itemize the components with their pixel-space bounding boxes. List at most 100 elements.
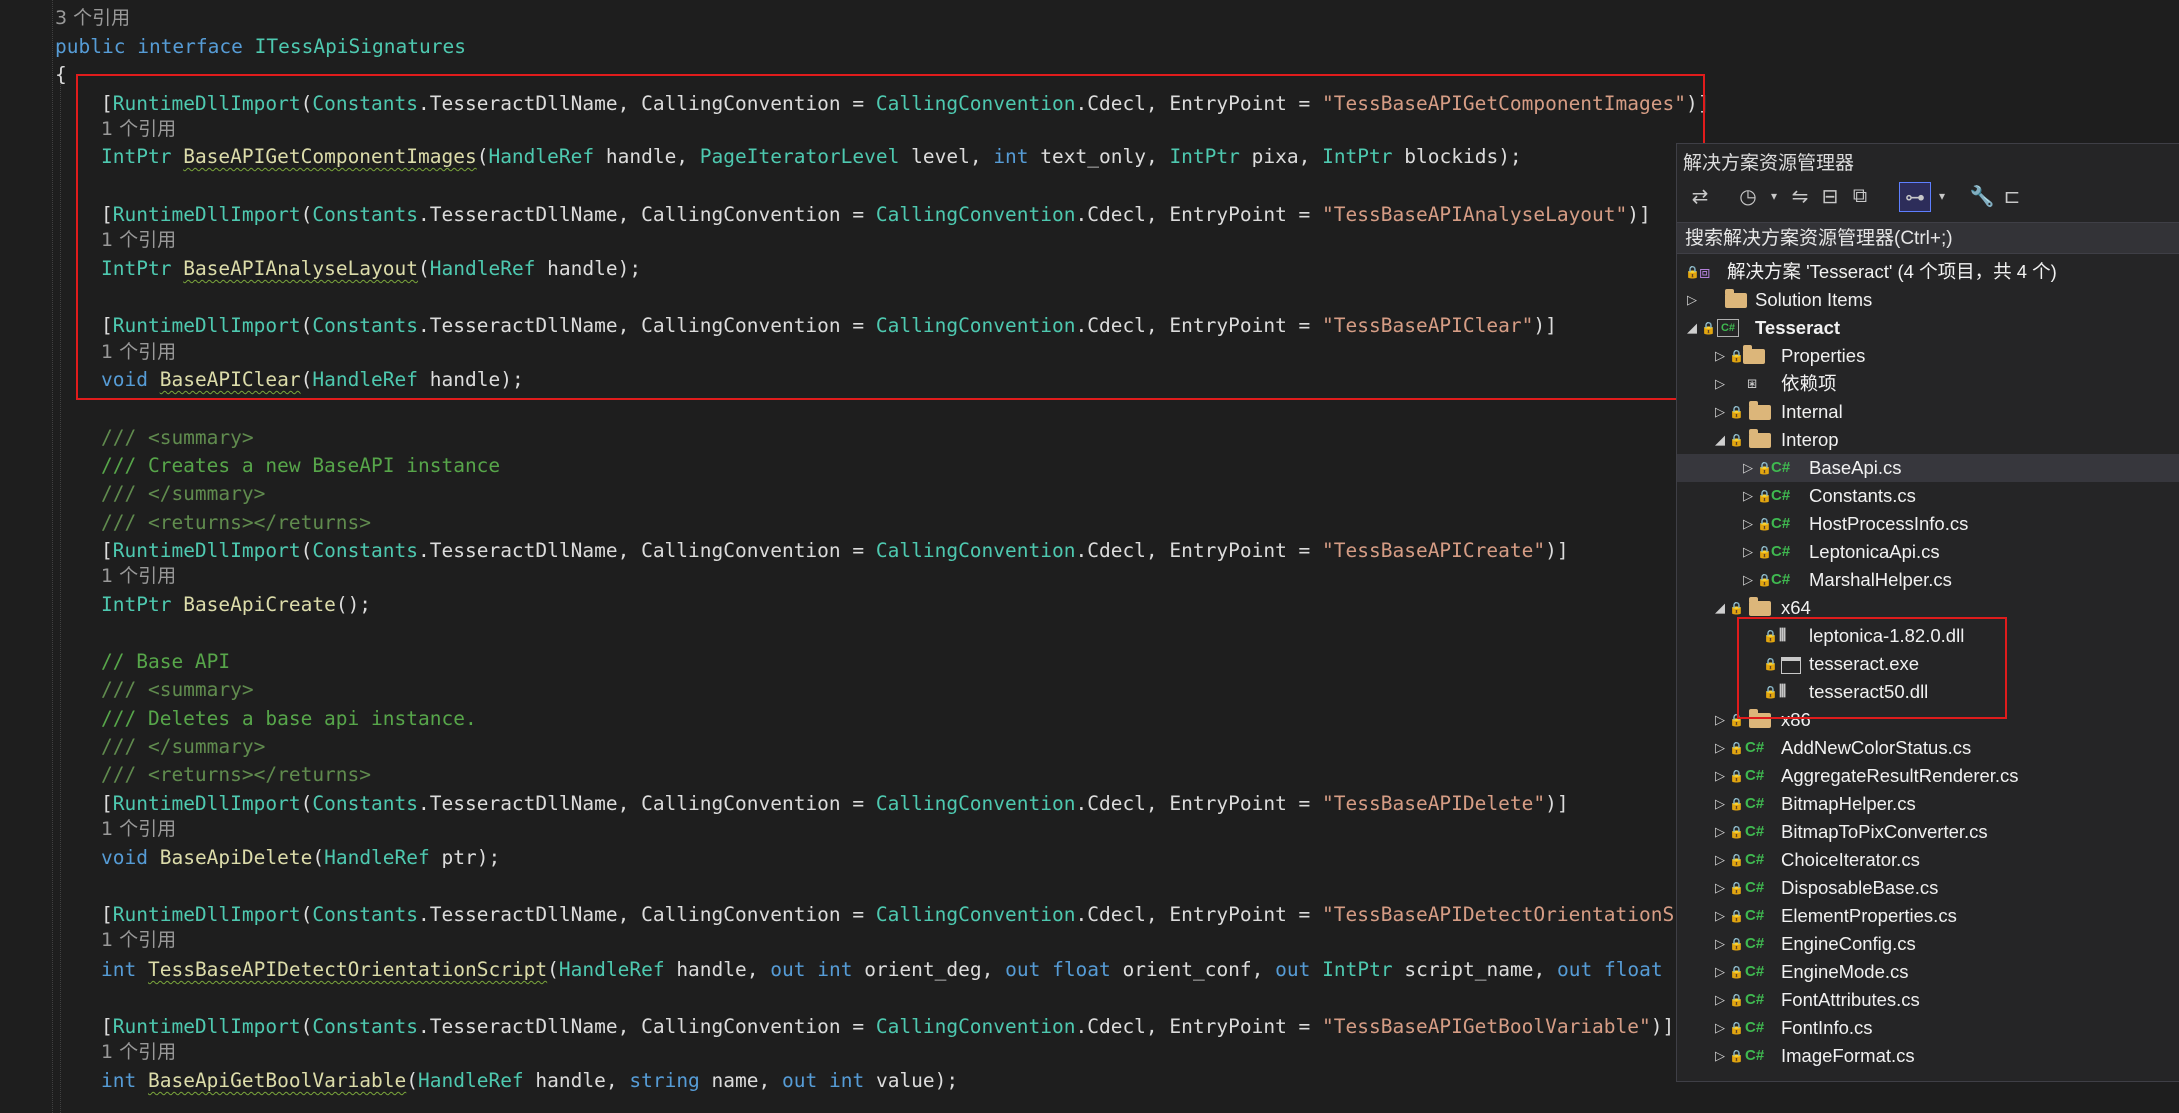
sync-icon[interactable]: ⇋ (1785, 182, 1815, 210)
csharp-file-icon: C# (1745, 795, 1765, 812)
tree-item-tesseract-exe[interactable]: 🔒 tesseract.exe (1677, 650, 2179, 678)
tree-item-x64[interactable]: ◢ 🔒 x64 (1677, 594, 2179, 622)
chevron-right-icon[interactable]: ▷ (1741, 482, 1755, 510)
switch-views-icon[interactable]: ⇄ (1685, 182, 1715, 210)
reference-count[interactable]: 1 个引用 (101, 562, 176, 590)
chevron-right-icon[interactable]: ▷ (1713, 370, 1727, 398)
chevron-right-icon[interactable]: ▷ (1713, 902, 1727, 930)
chevron-right-icon[interactable]: ▷ (1713, 818, 1727, 846)
tree-item-dependencies[interactable]: ▷ ⧆ 依赖项 (1677, 370, 2179, 398)
search-input[interactable]: 搜索解决方案资源管理器(Ctrl+;) (1677, 222, 2179, 254)
chevron-down-icon[interactable]: ▾ (1927, 182, 1957, 210)
csharp-file-icon: C# (1745, 879, 1765, 896)
show-all-files-icon[interactable]: ⧉ (1845, 182, 1875, 210)
chevron-right-icon[interactable]: ▷ (1741, 454, 1755, 482)
tree-item-internal[interactable]: ▷ 🔒 Internal (1677, 398, 2179, 426)
chevron-right-icon[interactable]: ▷ (1713, 342, 1727, 370)
chevron-right-icon[interactable]: ▷ (1713, 986, 1727, 1014)
dllimport-attribute: [RuntimeDllImport(Constants.TesseractDll… (101, 203, 1651, 226)
tree-item-constants[interactable]: ▷ 🔒 C# Constants.cs (1677, 482, 2179, 510)
tree-item-leptonica-dll[interactable]: 🔒 ⫴ leptonica-1.82.0.dll (1677, 622, 2179, 650)
tree-item-marshalhelper[interactable]: ▷ 🔒 C# MarshalHelper.cs (1677, 566, 2179, 594)
tree-item-interop[interactable]: ◢ 🔒 Interop (1677, 426, 2179, 454)
chevron-right-icon[interactable]: ▷ (1713, 762, 1727, 790)
tree-item-choiceiterator[interactable]: ▷ 🔒 C# ChoiceIterator.cs (1677, 846, 2179, 874)
chevron-right-icon[interactable]: ▷ (1713, 930, 1727, 958)
reference-count[interactable]: 1 个引用 (101, 338, 176, 366)
tree-item-label: FontInfo.cs (1781, 1017, 1873, 1038)
chevron-right-icon[interactable]: ▷ (1713, 958, 1727, 986)
tree-item-aggregateresultrenderer[interactable]: ▷ 🔒 C# AggregateResultRenderer.cs (1677, 762, 2179, 790)
tree-item-disposablebase[interactable]: ▷ 🔒 C# DisposableBase.cs (1677, 874, 2179, 902)
chevron-right-icon[interactable]: ▷ (1713, 734, 1727, 762)
lock-icon: 🔒 (1729, 433, 1744, 447)
tree-item-solution-items[interactable]: ▷ Solution Items (1677, 286, 2179, 314)
chevron-down-icon[interactable]: ◢ (1685, 314, 1699, 342)
chevron-down-icon[interactable]: ◢ (1713, 426, 1727, 454)
lock-icon: 🔒 (1757, 545, 1772, 559)
tree-item-leptonicaapi[interactable]: ▷ 🔒 C# LeptonicaApi.cs (1677, 538, 2179, 566)
tree-item-elementproperties[interactable]: ▷ 🔒 C# ElementProperties.cs (1677, 902, 2179, 930)
chevron-right-icon[interactable]: ▷ (1713, 1014, 1727, 1042)
chevron-right-icon[interactable]: ▷ (1685, 286, 1699, 314)
reference-count[interactable]: 1 个引用 (101, 1038, 176, 1066)
reference-count[interactable]: 1 个引用 (101, 926, 176, 954)
reference-count[interactable]: 1 个引用 (101, 815, 176, 843)
reference-count[interactable]: 3 个引用 (55, 4, 130, 32)
tree-item-label: Properties (1781, 345, 1866, 366)
csharp-file-icon: C# (1745, 935, 1765, 952)
preview-icon[interactable]: ⊏ (1997, 182, 2027, 210)
tree-item-project[interactable]: ◢ 🔒 C# Tesseract (1677, 314, 2179, 342)
lock-icon: 🔒 (1729, 1021, 1744, 1035)
reference-count[interactable]: 1 个引用 (101, 115, 176, 143)
lock-icon: 🔒 (1757, 517, 1772, 531)
tree-item-enginemode[interactable]: ▷ 🔒 C# EngineMode.cs (1677, 958, 2179, 986)
chevron-right-icon[interactable]: ▷ (1713, 1042, 1727, 1070)
tree-item-label: tesseract.exe (1809, 653, 1920, 674)
lock-icon: 🔒 (1763, 657, 1778, 671)
tree-item-x86[interactable]: ▷ 🔒 x86 (1677, 706, 2179, 734)
doc-comment: /// <returns></returns> (101, 511, 372, 534)
dllimport-attribute: [RuntimeDllImport(Constants.TesseractDll… (101, 539, 1569, 562)
tree-item-bitmaphelper[interactable]: ▷ 🔒 C# BitmapHelper.cs (1677, 790, 2179, 818)
chevron-right-icon[interactable]: ▷ (1741, 510, 1755, 538)
tree-item-fontinfo[interactable]: ▷ 🔒 C# FontInfo.cs (1677, 1014, 2179, 1042)
tree-item-properties[interactable]: ▷ 🔒 Properties (1677, 342, 2179, 370)
doc-comment: /// Creates a new BaseAPI instance (101, 454, 501, 477)
dllimport-attribute: [RuntimeDllImport(Constants.TesseractDll… (101, 314, 1557, 337)
lock-icon: 🔒 (1729, 937, 1744, 951)
properties-wrench-icon[interactable]: 🔧 (1967, 182, 1997, 210)
tree-item-bitmaptopixconverter[interactable]: ▷ 🔒 C# BitmapToPixConverter.cs (1677, 818, 2179, 846)
dependencies-icon: ⧆ (1747, 375, 1758, 392)
chevron-down-icon[interactable]: ◢ (1713, 594, 1727, 622)
lock-icon: 🔒 (1729, 881, 1744, 895)
chevron-right-icon[interactable]: ▷ (1713, 398, 1727, 426)
collapse-all-icon[interactable]: ⊟ (1815, 182, 1845, 210)
tree-item-label: leptonica-1.82.0.dll (1809, 625, 1965, 646)
tree-item-hostprocessinfo[interactable]: ▷ 🔒 C# HostProcessInfo.cs (1677, 510, 2179, 538)
tree-item-baseapi[interactable]: ▷ 🔒 C# BaseApi.cs (1677, 454, 2179, 482)
tree-item-fontattributes[interactable]: ▷ 🔒 C# FontAttributes.cs (1677, 986, 2179, 1014)
chevron-right-icon[interactable]: ▷ (1713, 874, 1727, 902)
dll-file-icon: ⫴ (1779, 626, 1787, 645)
csharp-file-icon: C# (1745, 767, 1765, 784)
tree-item-addnewcolorstatus[interactable]: ▷ 🔒 C# AddNewColorStatus.cs (1677, 734, 2179, 762)
chevron-right-icon[interactable]: ▷ (1713, 790, 1727, 818)
folder-icon (1749, 597, 1771, 616)
lock-icon: 🔒 (1729, 601, 1744, 615)
csharp-file-icon: C# (1745, 1019, 1765, 1036)
chevron-right-icon[interactable]: ▷ (1713, 706, 1727, 734)
chevron-right-icon[interactable]: ▷ (1741, 538, 1755, 566)
tree-item-tesseract-dll[interactable]: 🔒 ⫴ tesseract50.dll (1677, 678, 2179, 706)
chevron-right-icon[interactable]: ▷ (1713, 846, 1727, 874)
chevron-right-icon[interactable]: ▷ (1741, 566, 1755, 594)
csharp-file-icon: C# (1745, 907, 1765, 924)
lock-icon: 🔒 (1729, 909, 1744, 923)
tree-item-imageformat[interactable]: ▷ 🔒 C# ImageFormat.cs (1677, 1042, 2179, 1070)
csharp-file-icon: C# (1771, 487, 1791, 504)
tree-item-engineconfig[interactable]: ▷ 🔒 C# EngineConfig.cs (1677, 930, 2179, 958)
reference-count[interactable]: 1 个引用 (101, 226, 176, 254)
tree-item-solution[interactable]: 🔒 ⧈ 解决方案 'Tesseract' (4 个项目，共 4 个) (1677, 258, 2179, 286)
tree-item-label: HostProcessInfo.cs (1809, 513, 1969, 534)
method-declaration: int BaseApiGetBoolVariable(HandleRef han… (101, 1069, 959, 1092)
